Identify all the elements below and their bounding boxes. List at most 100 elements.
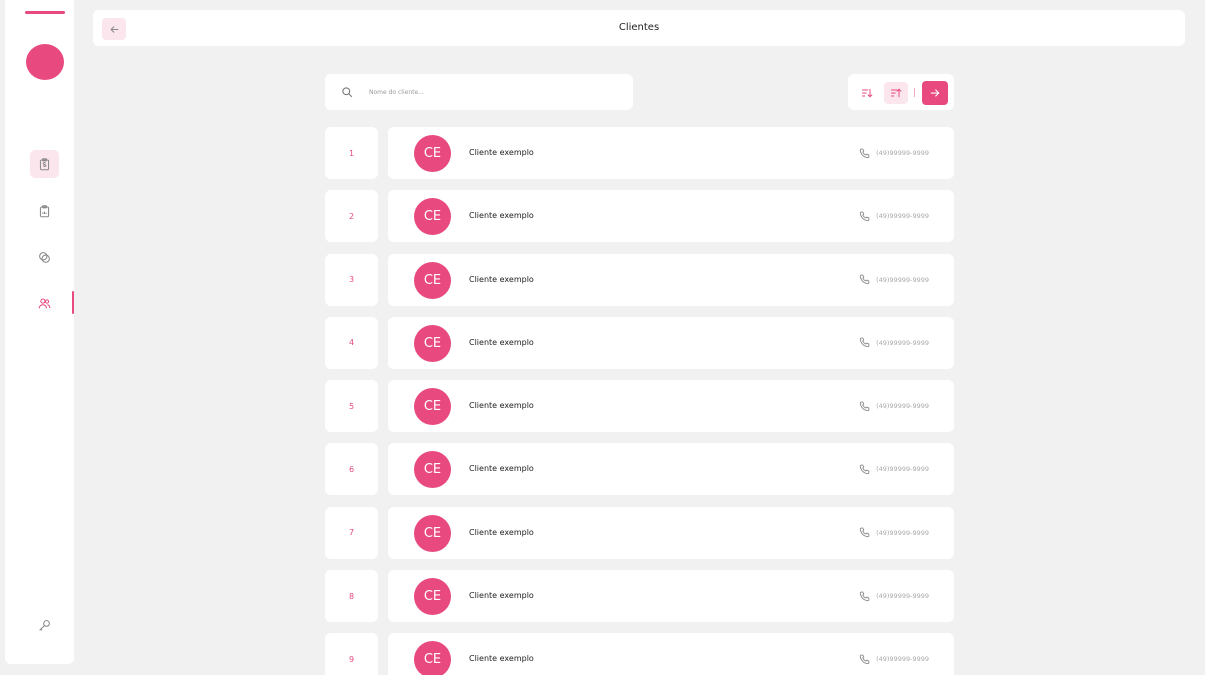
arrow-right-icon [930, 89, 940, 97]
avatar: CE [414, 451, 451, 489]
client-name: Cliente exemplo [469, 148, 534, 157]
client-phone-text: (49)99999-9999 [876, 275, 929, 284]
search-input[interactable] [369, 88, 599, 96]
client-phone: (49)99999-9999 [859, 570, 929, 622]
client-card[interactable]: CE Cliente exemplo (49)99999-9999 [388, 443, 954, 496]
avatar: CE [414, 641, 451, 675]
page-title: Clientes [618, 22, 660, 33]
apply-button[interactable] [922, 81, 948, 105]
client-name: Cliente exemplo [469, 211, 534, 221]
list-item: 1 CE Cliente exemplo (49)99999-9999 [325, 127, 954, 179]
client-phone: (49)99999-9999 [859, 127, 929, 179]
client-phone: (49)99999-9999 [859, 254, 929, 306]
client-index: 3 [325, 253, 378, 306]
phone-icon [859, 337, 870, 348]
list-item: 6 CE Cliente exemplo (49)99999-9999 [325, 443, 954, 496]
sort-toolbar [848, 74, 954, 110]
client-phone-text: (49)99999-9999 [876, 149, 929, 157]
client-phone: (49)99999-9999 [859, 507, 929, 559]
client-name: Cliente exemplo [469, 464, 534, 474]
avatar: CE [414, 324, 451, 362]
client-card[interactable]: CE Cliente exemplo (49)99999-9999 [388, 506, 954, 559]
sidebar-item-reports[interactable] [30, 197, 59, 225]
sidebar-item-orders[interactable] [30, 150, 59, 178]
search-icon [341, 86, 353, 98]
client-phone-text: (49)99999-9999 [876, 528, 929, 537]
client-name: Cliente exemplo [469, 337, 534, 347]
client-phone: (49)99999-9999 [859, 443, 929, 495]
active-nav-indicator [72, 291, 74, 314]
sidebar-top-bar [25, 11, 65, 14]
list-item: 8 CE Cliente exemplo (49)99999-9999 [325, 570, 954, 623]
phone-icon [859, 401, 870, 411]
client-index: 7 [325, 506, 378, 559]
client-card[interactable]: CE Cliente exemplo (49)99999-9999 [388, 127, 954, 179]
sidebar [5, 0, 74, 664]
client-phone-text: (49)99999-9999 [876, 465, 929, 474]
search-box [325, 74, 633, 110]
client-phone: (49)99999-9999 [859, 633, 929, 675]
phone-icon [859, 464, 870, 475]
client-name: Cliente exemplo [469, 654, 534, 664]
phone-icon [859, 148, 870, 158]
sort-ascending-icon [862, 88, 873, 98]
clipboard-dollar-icon [39, 157, 50, 170]
phone-icon [859, 654, 870, 665]
client-list: 1 CE Cliente exemplo (49)99999-9999 2 CE… [325, 127, 954, 675]
app-logo[interactable] [26, 44, 64, 80]
list-item: 2 CE Cliente exemplo (49)99999-9999 [325, 190, 954, 243]
client-index: 2 [325, 190, 378, 243]
sort-ascending-button[interactable] [855, 82, 879, 104]
client-name: Cliente exemplo [469, 527, 534, 537]
client-index: 1 [325, 127, 378, 179]
client-phone: (49)99999-9999 [859, 380, 929, 432]
avatar: CE [414, 514, 451, 552]
avatar: CE [414, 388, 451, 426]
client-index: 9 [325, 633, 378, 675]
client-card[interactable]: CE Cliente exemplo (49)99999-9999 [388, 570, 954, 623]
avatar: CE [414, 135, 451, 172]
clipboard-icon [39, 204, 50, 217]
client-card[interactable]: CE Cliente exemplo (49)99999-9999 [388, 190, 954, 243]
client-phone-text: (49)99999-9999 [876, 655, 929, 664]
avatar: CE [414, 261, 451, 299]
client-phone: (49)99999-9999 [859, 317, 929, 369]
sort-divider [914, 88, 915, 97]
client-phone-text: (49)99999-9999 [876, 402, 929, 411]
client-card[interactable]: CE Cliente exemplo (49)99999-9999 [388, 380, 954, 433]
phone-icon [859, 211, 870, 221]
sort-descending-icon [891, 88, 902, 98]
sort-descending-button[interactable] [884, 82, 908, 104]
client-phone-text: (49)99999-9999 [876, 592, 929, 601]
avatar: CE [414, 578, 451, 616]
client-phone-text: (49)99999-9999 [876, 212, 929, 221]
client-phone: (49)99999-9999 [859, 190, 929, 242]
client-name: Cliente exemplo [469, 591, 534, 601]
users-icon [38, 298, 51, 308]
phone-icon [859, 527, 870, 538]
client-card[interactable]: CE Cliente exemplo (49)99999-9999 [388, 316, 954, 369]
client-index: 6 [325, 443, 378, 496]
client-name: Cliente exemplo [469, 274, 534, 284]
key-icon [39, 619, 50, 631]
sidebar-item-key[interactable] [30, 611, 59, 639]
page-header: Clientes [93, 10, 1185, 46]
phone-icon [859, 591, 870, 601]
client-index: 5 [325, 380, 378, 433]
client-index: 4 [325, 316, 378, 369]
tags-icon [39, 251, 50, 263]
list-item: 9 CE Cliente exemplo (49)99999-9999 [325, 633, 954, 675]
list-item: 3 CE Cliente exemplo (49)99999-9999 [325, 253, 954, 306]
client-phone-text: (49)99999-9999 [876, 338, 929, 347]
client-card[interactable]: CE Cliente exemplo (49)99999-9999 [388, 253, 954, 306]
list-item: 4 CE Cliente exemplo (49)99999-9999 [325, 316, 954, 369]
avatar: CE [414, 198, 451, 236]
arrow-left-icon [110, 25, 118, 33]
sidebar-item-products[interactable] [30, 243, 59, 271]
list-item: 5 CE Cliente exemplo (49)99999-9999 [325, 380, 954, 433]
client-card[interactable]: CE Cliente exemplo (49)99999-9999 [388, 633, 954, 675]
sidebar-item-clients[interactable] [30, 289, 59, 317]
client-name: Cliente exemplo [469, 401, 534, 411]
back-button[interactable] [102, 18, 126, 40]
list-item: 7 CE Cliente exemplo (49)99999-9999 [325, 506, 954, 559]
